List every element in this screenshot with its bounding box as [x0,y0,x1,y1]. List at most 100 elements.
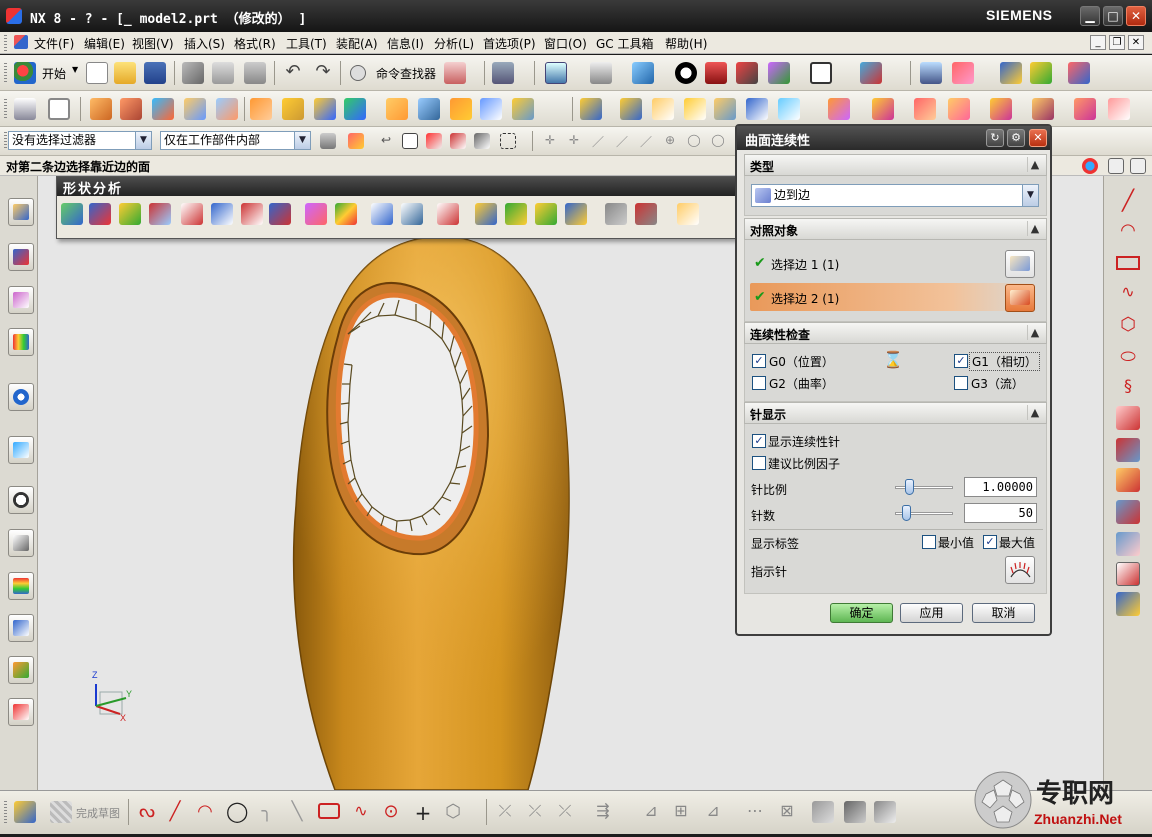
extrude-icon[interactable] [90,98,112,120]
sketch-point-icon[interactable]: ⊙ [380,801,402,823]
x-form-icon[interactable] [1032,98,1054,120]
bridge-curve-icon[interactable] [1116,438,1140,462]
fit-view-icon[interactable] [545,62,567,84]
show-hide-icon[interactable] [860,62,882,84]
doc-restore-button[interactable]: ❐ [1109,35,1125,50]
collapse-icon[interactable]: ▲ [1027,157,1042,172]
sketch-spline-icon[interactable]: ∿ [350,801,372,823]
snap-quadrant-icon[interactable]: ／ [638,133,654,149]
apply-button[interactable]: 应用 [900,603,963,623]
color-icon[interactable] [768,62,790,84]
snap-line-icon[interactable]: ／ [590,133,606,149]
reuse-library-tab[interactable] [8,328,34,356]
hole-icon[interactable] [152,98,174,120]
start-menu[interactable]: 开始 [42,65,66,82]
menu-gc-toolkit[interactable]: GC 工具箱 [596,35,654,52]
g3-checkbox[interactable] [954,376,968,390]
distance-icon[interactable] [181,203,203,225]
new-file-icon[interactable] [86,62,108,84]
chamfer-icon[interactable] [282,98,304,120]
count-slider-thumb[interactable] [902,505,911,521]
snap-end-icon[interactable] [450,133,466,149]
cancel-button[interactable]: 取消 [972,603,1035,623]
collapse-icon[interactable]: ▲ [1027,405,1042,420]
join-curve-icon[interactable] [1116,592,1140,616]
max-checkbox[interactable]: ✓ [983,535,997,549]
menu-preferences[interactable]: 首选项(P) [483,35,536,52]
draft-analysis-icon[interactable] [241,203,263,225]
window-tile-icon[interactable] [1130,158,1146,174]
show-needles-checkbox[interactable]: ✓ [752,434,766,448]
make-corner-icon[interactable]: ⤫ [554,801,576,823]
offset-curve-icon[interactable] [1116,406,1140,430]
paste-icon[interactable] [244,62,266,84]
menu-help[interactable]: 帮助(H) [665,35,707,52]
snap-grid-icon[interactable]: ✛ [542,133,558,149]
global-shaping-icon[interactable] [1074,98,1096,120]
studio-spline-icon[interactable]: ∿ [1116,282,1140,306]
split-body-icon[interactable] [418,98,440,120]
curve-comb-icon[interactable] [371,203,393,225]
menu-information[interactable]: 信息(I) [387,35,424,52]
surface-edit-icon[interactable] [1108,98,1130,120]
show-constraints-icon[interactable]: ⊠ [776,801,798,823]
g0-checkbox[interactable]: ✓ [752,354,766,368]
scope-filter-select[interactable]: 仅在工作部件内部 ▼ [160,131,311,150]
section-curve-icon[interactable] [1116,532,1140,556]
face-curvature-icon[interactable] [89,203,111,225]
reflection-icon[interactable] [119,203,141,225]
snap-arc-icon[interactable]: ✛ [566,133,582,149]
swept-icon[interactable] [746,98,768,120]
rectangle-icon[interactable] [1116,256,1140,270]
arc-icon[interactable]: ◠ [1116,220,1140,244]
section-view-icon[interactable] [705,62,727,84]
menu-assemblies[interactable]: 装配(A) [336,35,378,52]
more-analysis-icon[interactable] [677,203,699,225]
draft-icon[interactable] [450,98,472,120]
polygon-icon[interactable]: ⬡ [1116,314,1140,338]
selection-icon[interactable] [492,62,514,84]
type-filter-select[interactable]: 没有选择过滤器 ▼ [8,131,152,150]
snap-icon[interactable] [1000,62,1022,84]
history-tab[interactable] [8,486,34,514]
objects-section-header[interactable]: 对照对象 ▲ [744,218,1047,240]
sketch-icon[interactable] [14,98,36,120]
snap-center-icon[interactable]: ◯ [686,133,702,149]
revolve-icon[interactable] [120,98,142,120]
constraint-icon[interactable]: ⊿ [702,801,724,823]
snap-center2-icon[interactable]: ◯ [710,133,726,149]
suggest-scale-checkbox[interactable] [752,456,766,470]
offset-face-icon[interactable] [480,98,502,120]
quick-trim-icon[interactable]: ⤫ [494,801,516,823]
profile-icon[interactable]: ᔓ [136,801,158,823]
update-model-icon[interactable] [874,801,896,823]
unite-icon[interactable] [344,98,366,120]
command-finder-button[interactable]: 命令查找器 [376,65,436,82]
highlight-lines-icon[interactable] [305,203,327,225]
helix-icon[interactable]: § [1116,376,1140,400]
system-materials-tab[interactable] [8,529,34,557]
hd3d-tools-tab[interactable] [8,383,34,411]
close-button[interactable]: ✕ [1126,6,1146,26]
pattern-icon[interactable] [512,98,534,120]
grid-icon[interactable] [1108,158,1124,174]
scale-slider-thumb[interactable] [905,479,914,495]
intersection-curve-icon[interactable] [1116,500,1140,524]
save-icon[interactable] [144,62,166,84]
copy-icon[interactable] [212,62,234,84]
g2-checkbox[interactable] [752,376,766,390]
sketch-circle-icon[interactable]: ◯ [226,801,248,823]
measure-mass-icon[interactable] [635,203,657,225]
scale-slider-track[interactable] [895,486,953,489]
command-finder-icon[interactable] [350,65,366,81]
examine-geometry-icon[interactable] [605,203,627,225]
g1-checkbox[interactable]: ✓ [954,354,968,368]
chamfer-sketch-icon[interactable]: ╲ [286,801,308,823]
select-edge-2-row[interactable]: ✔ 选择边 2 (1) [750,283,1038,311]
filter-reset-icon[interactable] [320,133,336,149]
count-input[interactable]: 50 [964,503,1037,523]
maximize-button[interactable]: □ [1103,6,1123,26]
wcs-icon[interactable] [952,62,974,84]
settings-gear-icon[interactable]: ⚙ [1007,129,1025,147]
pointer-needle-button[interactable] [1005,556,1035,584]
